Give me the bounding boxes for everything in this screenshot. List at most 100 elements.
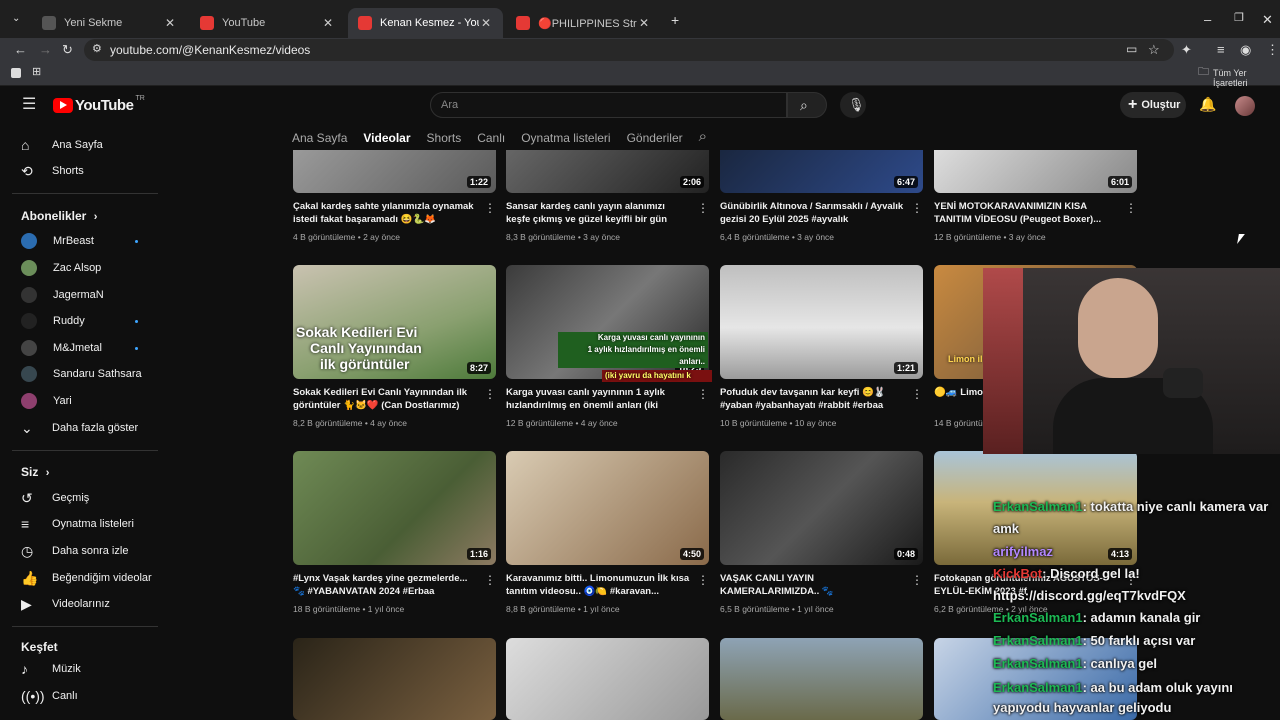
reload-icon[interactable]: ↻ (62, 43, 73, 56)
more-options-icon[interactable]: ⋮ (911, 573, 923, 587)
video-thumbnail[interactable]: 8:27 (293, 265, 496, 379)
video-title[interactable]: YENİ MOTOKARAVANIMIZIN KISA TANITIM VİDE… (934, 200, 1119, 226)
sidebar-item-shorts[interactable]: ⟲ Shorts (0, 158, 160, 184)
restore-icon[interactable]: ❐ (1234, 13, 1244, 24)
chat-username: ErkanSalman1 (993, 633, 1083, 648)
video-title[interactable]: #Lynx Vaşak kardeş yine gezmelerde...🐾 #… (293, 572, 478, 598)
more-options-icon[interactable]: ⋮ (484, 201, 496, 215)
all-bookmarks[interactable]: Tüm Yer İşaretleri (1213, 68, 1280, 88)
video-thumbnail[interactable]: 1:16 (293, 451, 496, 565)
sidebar-item-music[interactable]: ♪ Müzik (0, 656, 160, 682)
video-thumbnail[interactable] (720, 638, 923, 720)
video-thumbnail[interactable]: 2:06 (506, 150, 709, 193)
menu-icon[interactable]: ⋮ (1266, 43, 1279, 56)
video-title[interactable]: Karga yuvası canlı yayınının 1 aylık hız… (506, 386, 691, 412)
create-button[interactable]: + Oluştur (1120, 92, 1186, 118)
sidebar-sub-mjmetal[interactable]: M&Jmetal (0, 335, 160, 361)
install-icon[interactable]: ▭ (1126, 43, 1137, 55)
more-options-icon[interactable]: ⋮ (697, 573, 709, 587)
more-options-icon[interactable]: ⋮ (484, 573, 496, 587)
show-more-button[interactable]: ⌄ Daha fazla göster (0, 415, 160, 441)
sidebar-sub-zac-alsop[interactable]: Zac Alsop (0, 255, 160, 281)
more-options-icon[interactable]: ⋮ (697, 387, 709, 401)
tab-playlists[interactable]: Oynatma listeleri (521, 131, 610, 145)
search-input[interactable]: Ara (430, 92, 787, 118)
star-icon[interactable]: ☆ (1148, 43, 1160, 56)
video-thumbnail[interactable] (506, 638, 709, 720)
tab-home[interactable]: Ana Sayfa (292, 131, 347, 145)
more-options-icon[interactable]: ⋮ (697, 201, 709, 215)
tab-search-icon[interactable]: ⌄ (12, 14, 20, 24)
you-header[interactable]: Siz › (21, 465, 49, 479)
close-icon[interactable]: ✕ (321, 16, 335, 30)
bell-icon[interactable]: 🔔 (1199, 97, 1216, 111)
search-icon[interactable]: ⌕ (699, 129, 707, 145)
avatar (21, 340, 37, 356)
video-title[interactable]: Sansar kardeş canlı yayın alanımızı keşf… (506, 200, 691, 226)
tab-youtube[interactable]: YouTube ✕ (190, 8, 345, 38)
tab-live[interactable]: Canlı (477, 131, 505, 145)
more-options-icon[interactable]: ⋮ (911, 201, 923, 215)
url-field[interactable]: ⚙ youtube.com/@KenanKesmez/videos (84, 39, 1174, 61)
video-meta: 4 B görüntüleme • 2 ay önce (293, 232, 400, 242)
sidebar-item-playlists[interactable]: ≡ Oynatma listeleri (0, 511, 160, 537)
subscriptions-header[interactable]: Abonelikler › (21, 209, 97, 223)
tab-posts[interactable]: Gönderiler (627, 131, 683, 145)
video-thumbnail[interactable]: 0:48 (720, 451, 923, 565)
video-thumbnail[interactable]: 18:25 (506, 265, 709, 379)
video-title[interactable]: Çakal kardeş sahte yılanımızla oynamak i… (293, 200, 478, 226)
video-meta: 10 B görüntüleme • 10 ay önce (720, 418, 837, 428)
tab-philippines[interactable]: 🔴PHILIPPINES Street View Liv ✕ (506, 8, 661, 38)
video-thumbnail[interactable] (293, 638, 496, 720)
video-title[interactable]: Karavanımız bitti.. Limonumuzun İlk kısa… (506, 572, 691, 598)
minimize-icon[interactable]: – (1204, 13, 1211, 26)
profile-icon[interactable]: ◉ (1240, 43, 1251, 56)
sidebar-sub-mrbeast[interactable]: MrBeast (0, 228, 160, 254)
sidebar-sub-jagerman[interactable]: JagermaN (0, 282, 160, 308)
video-title[interactable]: Sokak Kedileri Evi Canlı Yayınından ilk … (293, 386, 478, 412)
tab-new-tab[interactable]: Yeni Sekme ✕ (32, 8, 187, 38)
video-thumbnail[interactable]: 6:47 (720, 150, 923, 193)
duration-badge: 6:47 (893, 176, 918, 188)
video-title[interactable]: Pofuduk dev tavşanın kar keyfi 😊🐰 #yaban… (720, 386, 905, 412)
close-icon[interactable]: ✕ (637, 16, 651, 30)
tab-videos[interactable]: Videolar (363, 131, 410, 145)
video-thumbnail[interactable]: 1:22 (293, 150, 496, 193)
sidebar-item-home[interactable]: ⌂ Ana Sayfa (0, 132, 160, 158)
video-thumbnail[interactable]: 6:01 (934, 150, 1137, 193)
apps-icon[interactable]: ⊞ (32, 67, 41, 78)
new-tab-icon[interactable]: + (671, 13, 679, 27)
more-options-icon[interactable]: ⋮ (1125, 201, 1137, 215)
search-button[interactable]: ⌕ (787, 92, 827, 118)
video-thumbnail[interactable]: 4:50 (506, 451, 709, 565)
tab-shorts[interactable]: Shorts (427, 131, 462, 145)
more-options-icon[interactable]: ⋮ (484, 387, 496, 401)
chat-username: arifyilmaz (993, 544, 1053, 559)
video-thumbnail[interactable]: 1:21 (720, 265, 923, 379)
sidebar-item-history[interactable]: ↺ Geçmiş (0, 485, 160, 511)
tab-kenan-kesmez[interactable]: Kenan Kesmez - YouTube ✕ (348, 8, 503, 38)
close-window-icon[interactable]: ✕ (1262, 13, 1273, 26)
close-icon[interactable]: ✕ (479, 16, 493, 30)
voice-search-button[interactable]: 🎙 (840, 92, 866, 118)
avatar[interactable] (1235, 96, 1255, 116)
more-options-icon[interactable]: ⋮ (911, 387, 923, 401)
close-icon[interactable]: ✕ (163, 16, 177, 30)
chat-text: yapıyodu hayvanlar geliyodu (993, 700, 1172, 715)
media-icon[interactable]: ≡ (1217, 43, 1225, 56)
sidebar-item-live[interactable]: ((•)) Canlı (0, 683, 160, 709)
extensions-icon[interactable]: ✦ (1181, 43, 1192, 56)
video-title[interactable]: VAŞAK CANLI YAYIN KAMERALARIMIZDA.. 🐾 #Y… (720, 572, 905, 598)
site-info-icon[interactable]: ⚙ (92, 44, 102, 55)
sidebar-sub-ruddy[interactable]: Ruddy (0, 308, 160, 334)
duration-badge: 4:13 (1107, 548, 1132, 560)
sidebar-item-your-videos[interactable]: ▶ Videolarınız (0, 591, 160, 617)
sidebar-item-liked[interactable]: 👍 Beğendiğim videolar (0, 565, 160, 591)
tab-strip-icon[interactable] (11, 68, 21, 78)
sidebar-item-watch-later[interactable]: ◷ Daha sonra izle (0, 538, 160, 564)
back-icon[interactable]: ← (14, 43, 27, 56)
video-title[interactable]: Günübirlik Altınova / Sarımsaklı / Ayval… (720, 200, 905, 226)
sidebar-sub-yari[interactable]: Yari (0, 388, 160, 414)
sidebar-sub-sandaru[interactable]: Sandaru Sathsara (0, 361, 160, 387)
forward-icon[interactable]: → (39, 43, 52, 56)
